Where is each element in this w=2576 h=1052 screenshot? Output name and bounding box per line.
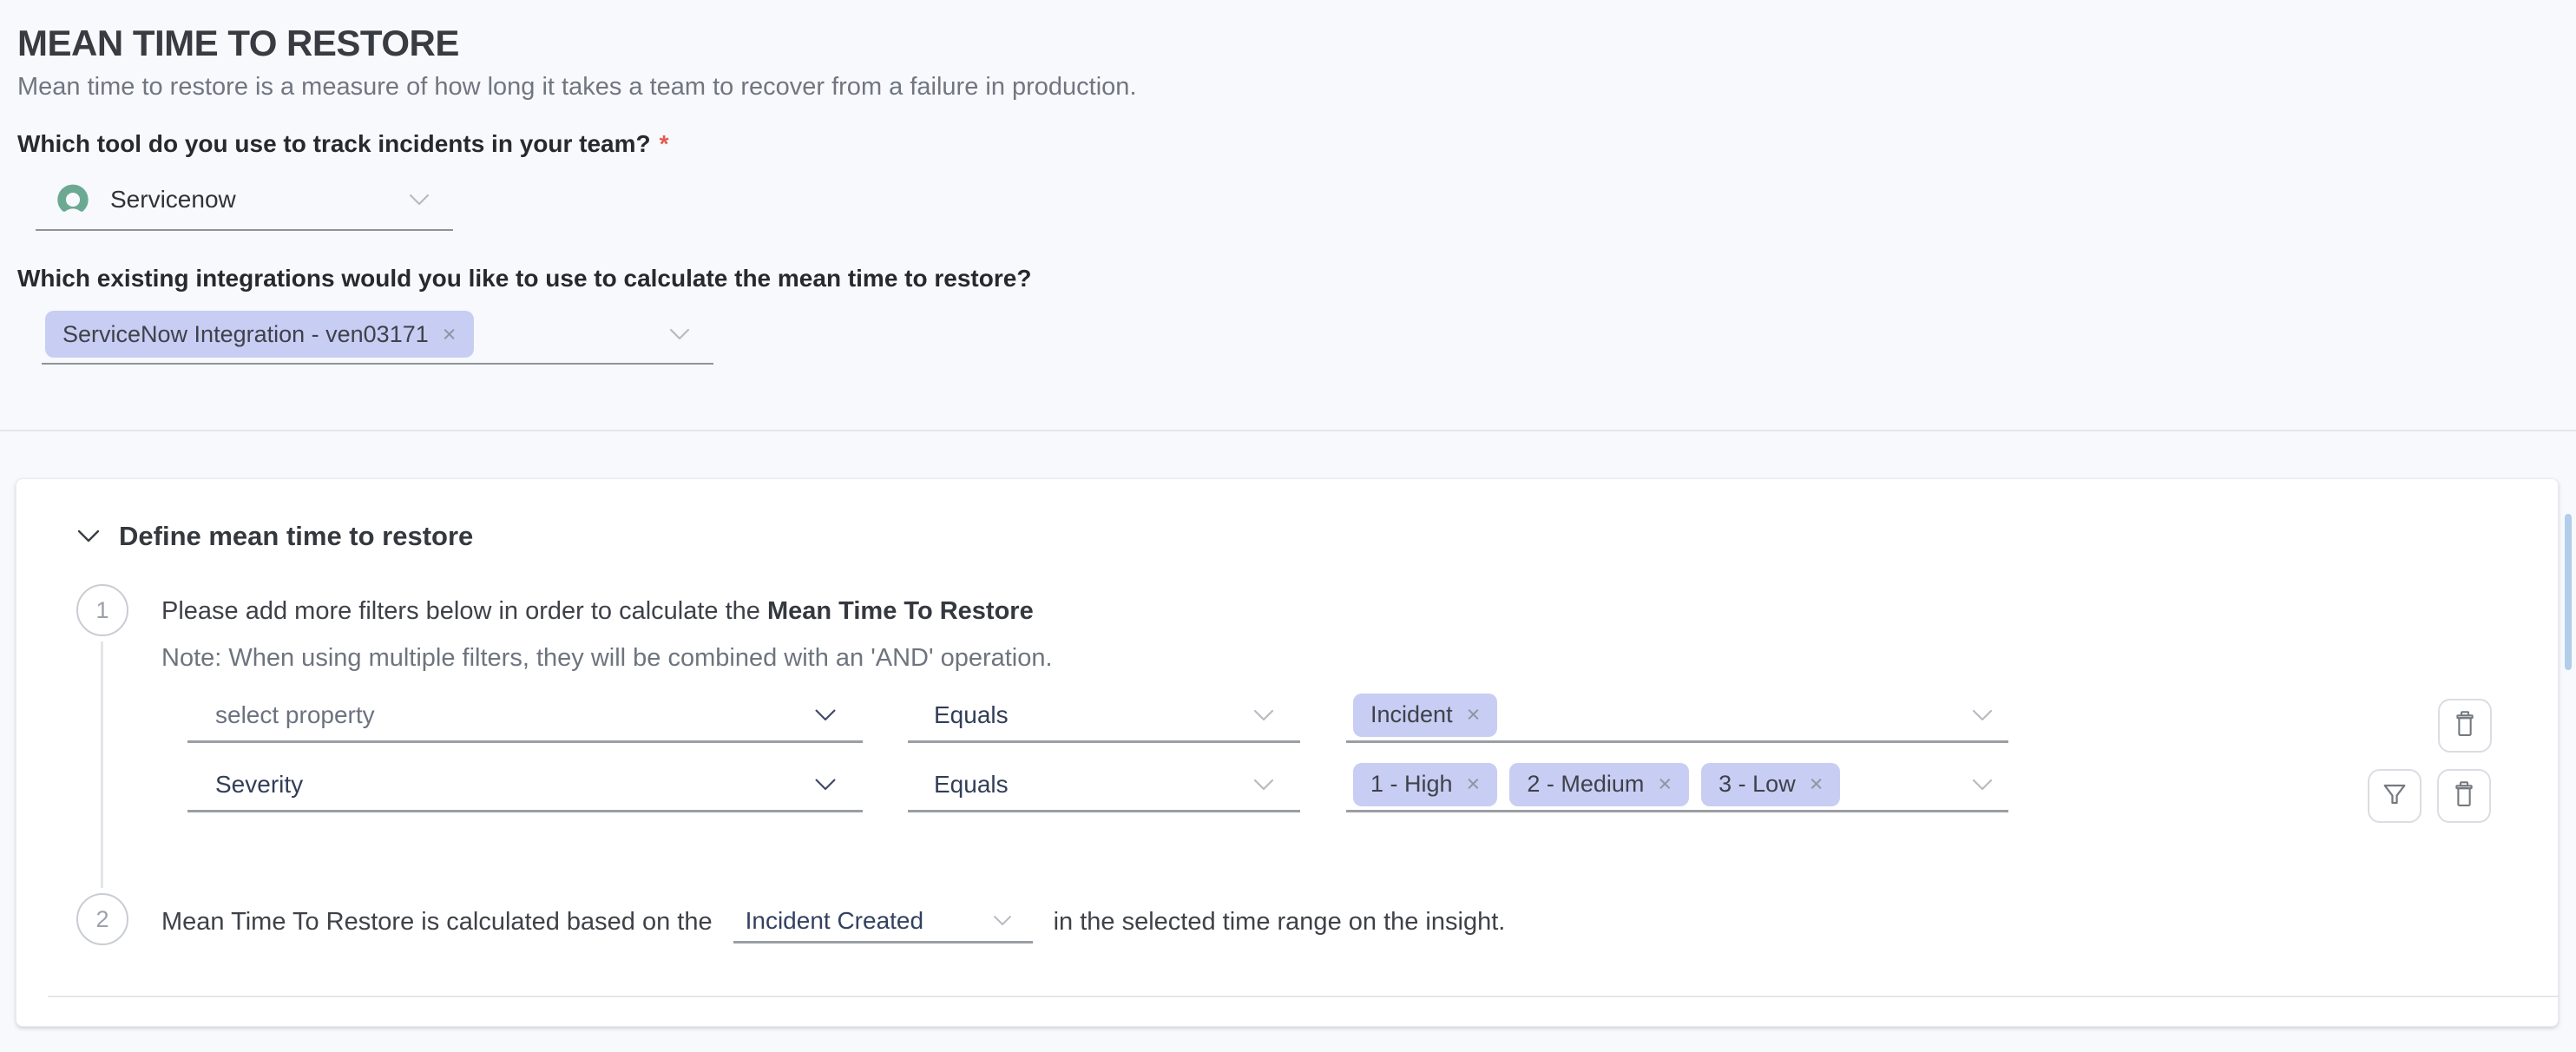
- delete-filter-2-button[interactable]: [2437, 769, 2491, 823]
- step-1-badge: 1: [76, 584, 128, 636]
- remove-tag-icon[interactable]: ×: [1810, 773, 1824, 796]
- filter-1-property-select[interactable]: select property: [187, 689, 863, 743]
- define-mttr-card: Define mean time to restore 1 Please add…: [16, 478, 2559, 1027]
- remove-tag-icon[interactable]: ×: [1658, 773, 1672, 796]
- required-asterisk: *: [660, 130, 669, 157]
- card-footer-divider: [48, 996, 2560, 997]
- funnel-icon: [2381, 780, 2408, 812]
- integration-tag-label: ServiceNow Integration - ven03171: [62, 321, 429, 348]
- step-2-row: Mean Time To Restore is calculated based…: [161, 897, 1505, 946]
- trash-icon: [2451, 780, 2477, 812]
- delete-filter-1-button[interactable]: [2438, 699, 2492, 753]
- filter-2-operator-value: Equals: [934, 771, 1009, 799]
- chevron-down-icon: [409, 194, 430, 206]
- step-1-instruction: Please add more filters below in order t…: [161, 597, 1034, 626]
- chevron-down-icon: [1972, 709, 1993, 721]
- step-connector-line: [101, 641, 103, 888]
- filter-value-tag: Incident ×: [1353, 694, 1497, 737]
- step-2-badge: 2: [76, 893, 128, 945]
- filter-2-values-multiselect[interactable]: 1 - High × 2 - Medium × 3 - Low ×: [1346, 759, 2008, 812]
- filter-1-property-placeholder: select property: [215, 701, 375, 729]
- servicenow-logo-icon: [55, 181, 91, 218]
- filter-value-tag: 2 - Medium ×: [1509, 763, 1689, 806]
- filter-value-tag: 3 - Low ×: [1701, 763, 1840, 806]
- chevron-down-icon: [1253, 709, 1274, 721]
- step-1-note: Note: When using multiple filters, they …: [161, 644, 1053, 673]
- filter-value-tag-label: 1 - High: [1370, 771, 1453, 798]
- integrations-question-label: Which existing integrations would you li…: [17, 265, 1031, 293]
- incident-tool-question-label: Which tool do you use to track incidents…: [17, 130, 669, 158]
- chevron-down-icon: [993, 915, 1012, 926]
- vertical-scrollbar-thumb[interactable]: [2565, 514, 2572, 670]
- page-subtitle: Mean time to restore is a measure of how…: [17, 73, 1137, 102]
- chevron-down-icon: [814, 708, 837, 721]
- calculation-event-value: Incident Created: [746, 907, 923, 935]
- filter-value-tag-label: 2 - Medium: [1527, 771, 1644, 798]
- filter-1-values-multiselect[interactable]: Incident ×: [1346, 689, 2008, 743]
- calculation-event-select[interactable]: Incident Created: [733, 900, 1033, 944]
- remove-tag-icon[interactable]: ×: [1467, 703, 1481, 727]
- define-section-title: Define mean time to restore: [119, 521, 473, 552]
- chevron-down-icon: [814, 778, 837, 791]
- filter-value-tag-label: Incident: [1370, 701, 1453, 728]
- filter-value-tag: 1 - High ×: [1353, 763, 1497, 806]
- filter-1-operator-value: Equals: [934, 701, 1009, 729]
- define-section-toggle[interactable]: Define mean time to restore: [77, 517, 473, 556]
- incident-tool-select[interactable]: Servicenow: [36, 170, 453, 231]
- filter-value-tag-label: 3 - Low: [1718, 771, 1796, 798]
- trash-icon: [2452, 710, 2478, 742]
- collapse-chevron-icon: [77, 529, 100, 543]
- step-1-instruction-bold: Mean Time To Restore: [767, 597, 1034, 625]
- mttr-settings-page: MEAN TIME TO RESTORE Mean time to restor…: [0, 0, 2576, 1052]
- page-title: MEAN TIME TO RESTORE: [17, 23, 459, 64]
- chevron-down-icon: [1972, 779, 1993, 791]
- integration-tag: ServiceNow Integration - ven03171 ×: [45, 311, 474, 358]
- step-2-text-after: in the selected time range on the insigh…: [1054, 908, 1506, 937]
- remove-integration-tag-icon[interactable]: ×: [443, 323, 457, 346]
- step-1-instruction-text: Please add more filters below in order t…: [161, 597, 767, 625]
- filter-2-property-select[interactable]: Severity: [187, 759, 863, 812]
- remove-tag-icon[interactable]: ×: [1467, 773, 1481, 796]
- filter-2-property-value: Severity: [215, 771, 303, 799]
- chevron-down-icon: [1253, 779, 1274, 791]
- incident-tool-select-value: Servicenow: [110, 186, 236, 214]
- chevron-down-icon: [669, 328, 690, 340]
- section-divider: [0, 430, 2576, 431]
- filter-1-operator-select[interactable]: Equals: [908, 689, 1300, 743]
- step-2-text-before: Mean Time To Restore is calculated based…: [161, 908, 713, 937]
- advanced-filter-button[interactable]: [2368, 769, 2422, 823]
- integrations-multiselect[interactable]: ServiceNow Integration - ven03171 ×: [42, 306, 713, 365]
- incident-tool-question-text: Which tool do you use to track incidents…: [17, 130, 651, 157]
- filter-2-operator-select[interactable]: Equals: [908, 759, 1300, 812]
